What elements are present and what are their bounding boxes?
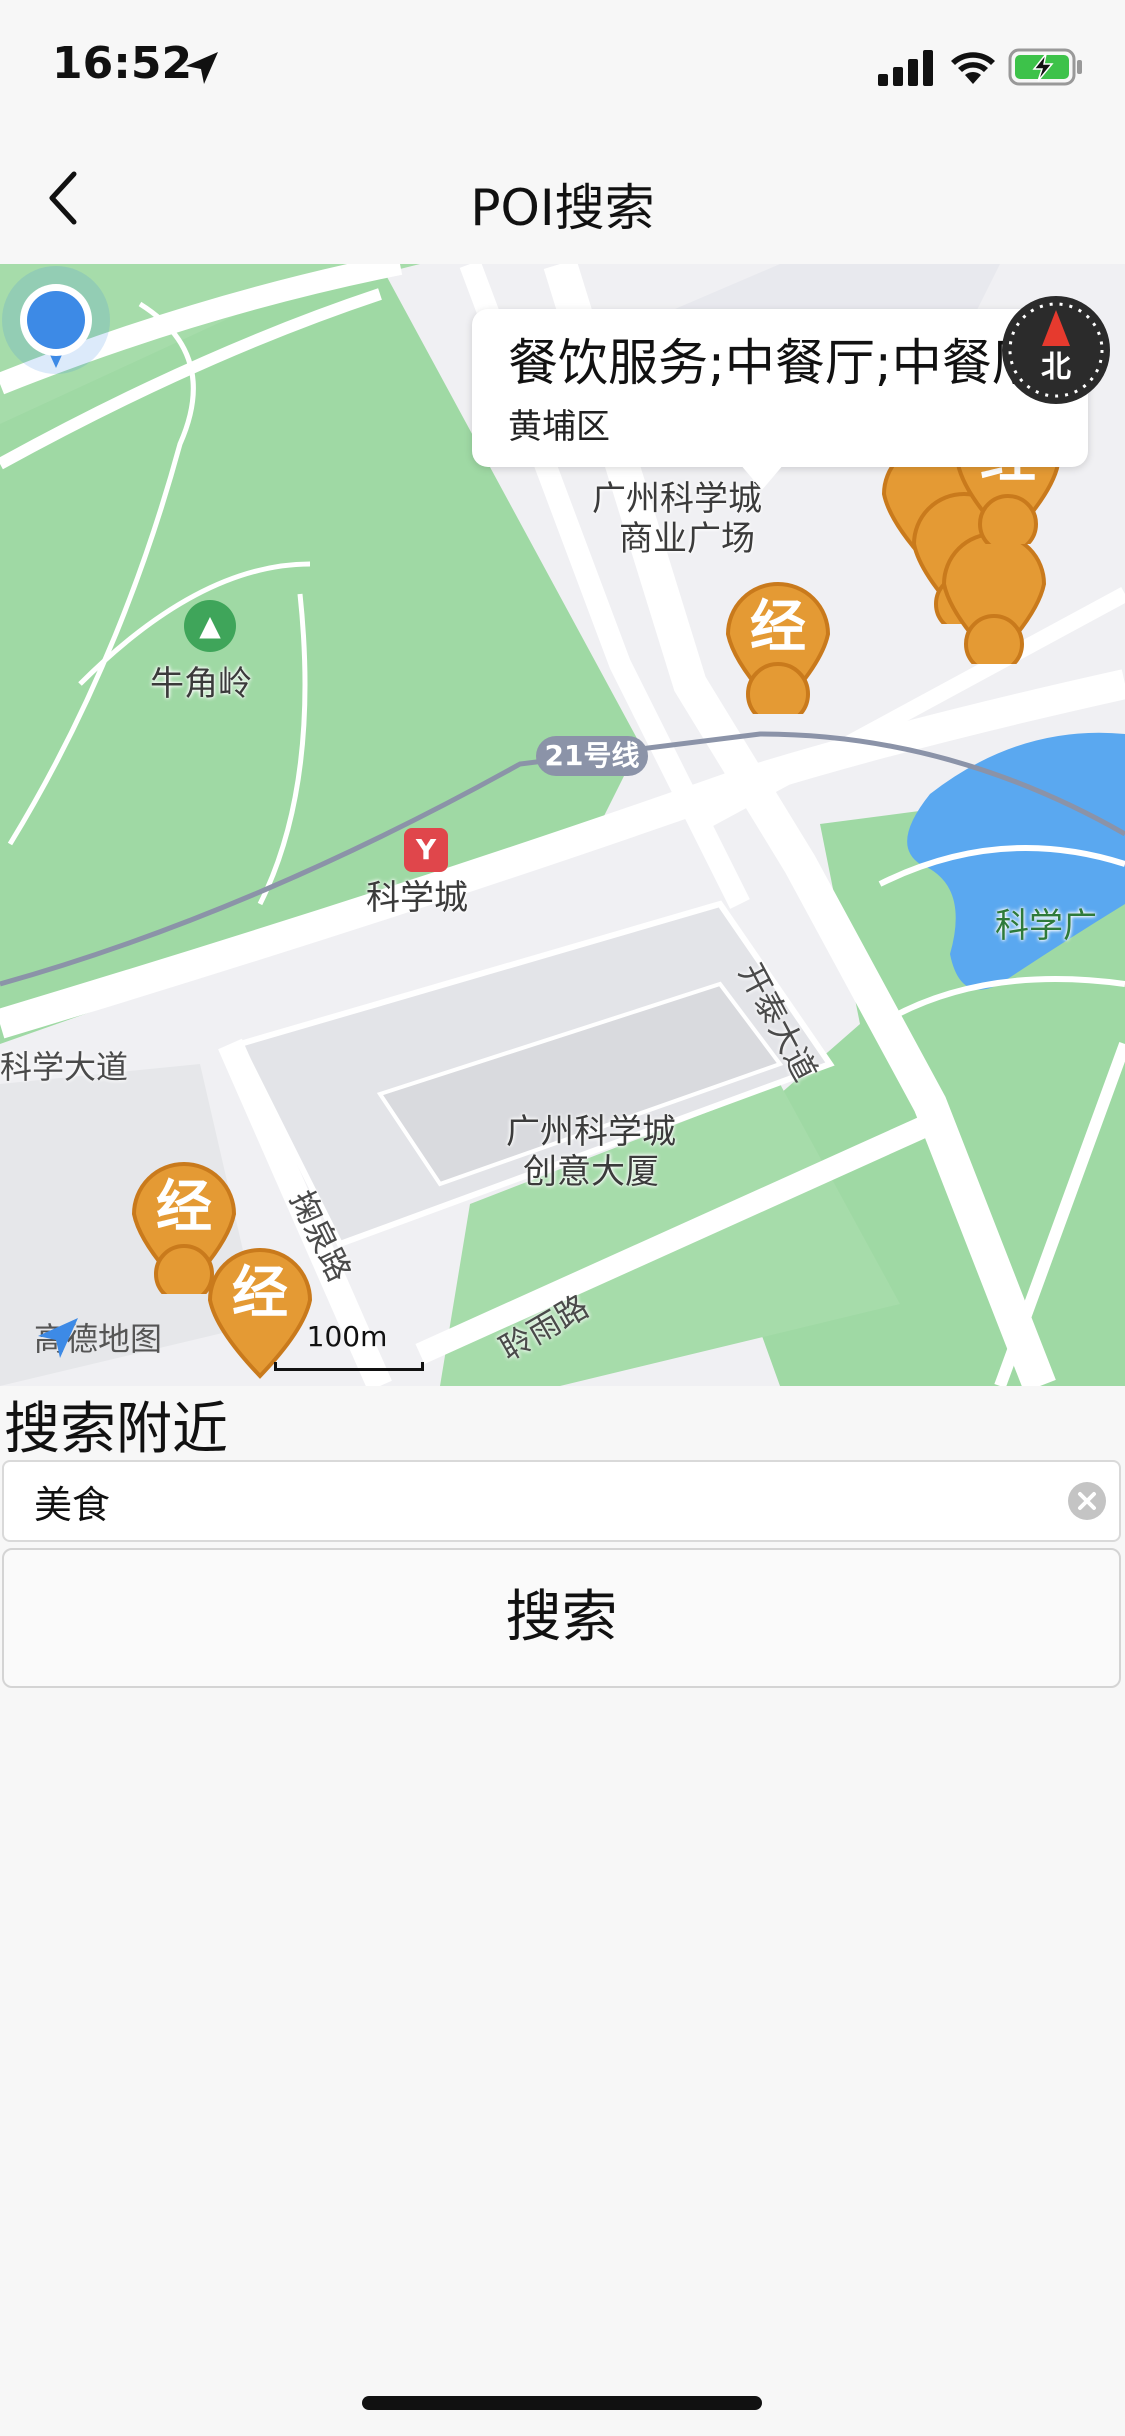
cellular-signal-icon [878, 50, 933, 86]
map-label-building: 广州科学城 创意大厦 [506, 1112, 676, 1192]
map-label-hill: 牛角岭 [150, 664, 252, 704]
close-icon [1078, 1492, 1096, 1510]
poi-marker[interactable]: 经 [196, 1230, 324, 1380]
map-label-kexue-park: 科学广 [995, 906, 1097, 946]
info-window-subtitle: 黄埔区 [508, 407, 610, 447]
search-section-title: 搜索附近 [4, 1397, 228, 1462]
amap-logo-icon [38, 1318, 78, 1358]
map-label-metro-station: 科学城 [366, 878, 468, 918]
battery-charging-icon [1008, 48, 1082, 86]
map-view[interactable]: ▲ 牛角岭 广州科学城 商业广场 21号线 Y 科学城 科学广 科学大道 开泰大… [0, 264, 1125, 1386]
poi-info-window[interactable]: 餐饮服务;中餐厅;中餐厅 黄埔区 [472, 309, 1088, 467]
search-box[interactable] [2, 1460, 1121, 1542]
status-time: 16:52 [52, 38, 193, 89]
navigation-bar: POI搜索 [0, 132, 1125, 264]
search-button[interactable]: 搜索 [2, 1548, 1121, 1688]
wifi-icon [951, 52, 995, 84]
info-window-tail [740, 464, 784, 490]
compass-north-label: 北 [1041, 350, 1071, 385]
metro-line-badge: 21号线 [536, 736, 648, 776]
metro-station-icon: Y [404, 828, 448, 872]
status-bar: 16:52 [0, 0, 1125, 132]
park-icon: ▲ [184, 600, 236, 652]
page-title: POI搜索 [470, 179, 655, 237]
map-label-mall: 广州科学城 商业广场 [592, 479, 762, 559]
clear-input-icon[interactable] [1068, 1482, 1106, 1520]
current-location-icon [2, 266, 110, 374]
map-scale-label: 100m [306, 1320, 388, 1353]
home-indicator [362, 2396, 762, 2410]
location-arrow-icon [186, 52, 218, 84]
road-label-kexue-avenue: 科学大道 [0, 1048, 129, 1086]
map-logo: 高德地图 [34, 1314, 162, 1360]
map-scale-bar [274, 1362, 424, 1371]
poi-marker[interactable]: 经 [714, 564, 842, 714]
info-window-title: 餐饮服务;中餐厅;中餐厅 [508, 334, 1042, 392]
search-input[interactable] [34, 1462, 1034, 1540]
compass-button[interactable]: 北 [1000, 294, 1112, 406]
